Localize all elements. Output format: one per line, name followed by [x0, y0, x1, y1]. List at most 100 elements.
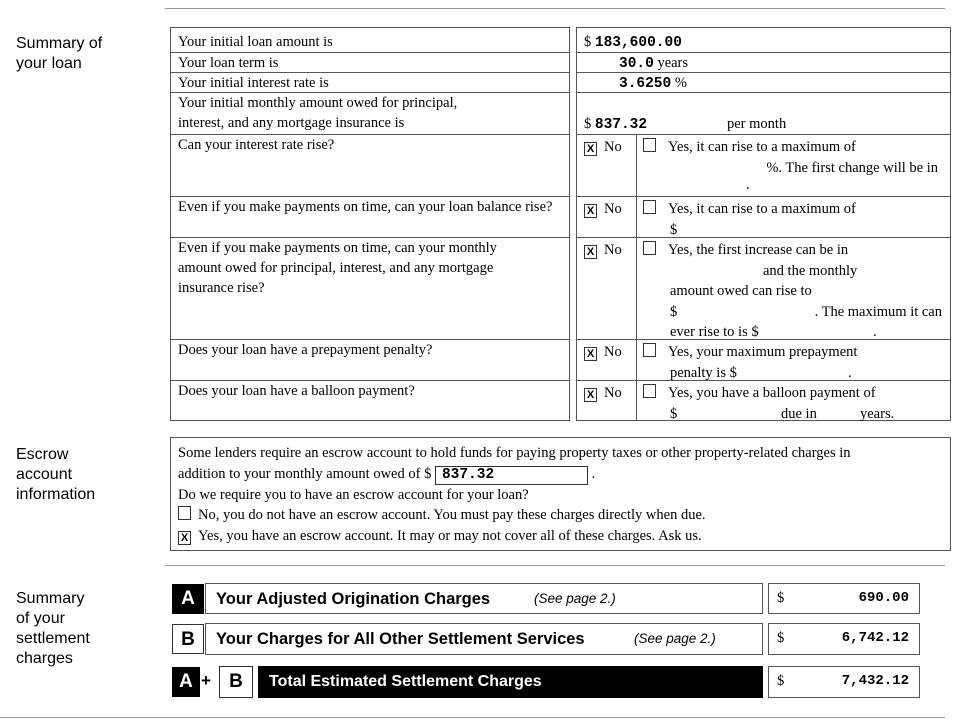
escrow-amount-line: addition to your monthly amount owed of …	[178, 464, 943, 485]
section-label-escrow: Escrow account information	[16, 446, 96, 503]
section-label-loan: Summary of your loan	[16, 35, 103, 72]
yes-text: penalty is $	[670, 364, 737, 381]
rate-value: 3.6250 %	[577, 73, 950, 93]
currency: $	[777, 590, 785, 606]
amount-value: 7,432.12	[841, 673, 909, 689]
yes-checkbox[interactable]	[643, 241, 656, 255]
yes-text: Yes, it can rise to a maximum of	[668, 201, 856, 217]
yes-text: Yes, the first increase can be in	[668, 242, 849, 258]
option-text: Yes, you have an escrow account. It may …	[198, 527, 702, 544]
no-checkbox[interactable]: X	[584, 347, 597, 361]
no-label: No	[604, 242, 622, 258]
answer-prepayment: X No Yes, your maximum prepayment penalty …	[577, 340, 950, 381]
currency: $	[777, 673, 785, 689]
yes-checkbox[interactable]	[643, 384, 656, 398]
section-label-settlement: Summary of your settlement charges	[16, 590, 90, 667]
divider	[165, 565, 945, 566]
row-loan-amount: Your initial loan amount is	[171, 32, 569, 53]
total-estimated-settlement-charges: Total Estimated Settlement Charges	[258, 666, 763, 698]
letter-b-badge: B	[172, 624, 204, 654]
yes-text: years.	[860, 405, 895, 422]
no-checkbox[interactable]: X	[584, 142, 597, 156]
escrow-question: Do we require you to have an escrow acco…	[178, 486, 529, 503]
row-rate: Your initial interest rate is	[171, 73, 569, 93]
currency: $	[584, 116, 592, 132]
currency: $	[584, 34, 592, 50]
no-label: No	[604, 139, 622, 155]
no-checkbox[interactable]: X	[584, 245, 597, 259]
amount-b: $6,742.12	[768, 623, 920, 655]
yes-text: due in	[781, 405, 817, 422]
escrow-box: Some lenders require an escrow account t…	[170, 437, 951, 551]
option-text: No, you do not have an escrow account. Y…	[198, 507, 706, 523]
yes-text: $	[670, 221, 678, 238]
escrow-no-checkbox[interactable]	[178, 506, 191, 520]
adjusted-origination-charges: Your Adjusted Origination Charges (See pa…	[205, 583, 763, 614]
escrow-text: Some lenders require an escrow account t…	[178, 445, 851, 461]
see-page-note: (See page 2.)	[534, 591, 616, 606]
letter-b-badge: B	[219, 666, 253, 698]
letter-a-badge: A	[172, 584, 204, 614]
amount-a: $690.00	[768, 583, 920, 614]
interest-rate: 3.6250	[619, 76, 672, 92]
top-divider	[165, 8, 945, 9]
currency: $	[777, 630, 785, 646]
see-page-note: (See page 2.)	[634, 631, 716, 646]
yes-text: .	[746, 177, 750, 193]
row-q-balloon: Does your loan have a balloon payment?	[171, 381, 569, 420]
loan-term: 30.0	[619, 56, 654, 72]
monthly-amount: 837.32	[594, 117, 648, 133]
escrow-yes-checkbox[interactable]: X	[178, 530, 191, 545]
yes-text: .	[848, 364, 852, 381]
charge-title: Your Charges for All Other Settlement Se…	[216, 630, 585, 648]
question: Does your loan have a prepayment penalty…	[178, 342, 433, 358]
row-q-rate-rise: Can your interest rate rise?	[171, 135, 569, 197]
yes-text: amount owed can rise to	[670, 283, 812, 299]
yes-checkbox[interactable]	[643, 200, 656, 214]
label: Your initial loan amount is	[178, 34, 333, 50]
unit: years	[657, 55, 689, 71]
row-q-monthly-rise: Even if you make payments on time, can y…	[171, 238, 569, 340]
yes-text: %. The first change will be in	[766, 159, 938, 176]
loan-amount: 183,600.00	[594, 35, 682, 51]
escrow-option-no[interactable]: No, you do not have an escrow account. Y…	[178, 505, 943, 526]
yes-text: Yes, you have a balloon payment of	[668, 385, 876, 401]
letter-a-badge: A	[172, 667, 200, 697]
answer-rate-rise: X No Yes, it can rise to a maximum of %. T…	[577, 135, 950, 197]
loan-summary-values: $ 183,600.00 30.0 years 3.6250 % $ 837.3…	[576, 27, 951, 422]
monthly-value: $ 837.32 per month	[577, 93, 950, 135]
no-checkbox[interactable]: X	[584, 388, 597, 402]
row-monthly: Your initial monthly amount owed for pri…	[171, 93, 569, 135]
loan-amount-value: $ 183,600.00	[577, 32, 950, 53]
label: Your initial interest rate is	[178, 75, 329, 91]
row-q-prepayment: Does your loan have a prepayment penalty…	[171, 340, 569, 381]
amount-value: 6,742.12	[841, 630, 909, 646]
escrow-text: addition to your monthly amount owed of …	[178, 465, 432, 482]
question: Does your loan have a balloon payment?	[178, 383, 415, 399]
answer-balance-rise: X No Yes, it can rise to a maximum of $	[577, 197, 950, 238]
row-loan-term: Your loan term is	[171, 53, 569, 73]
yes-text: Yes, your maximum prepayment	[668, 344, 858, 360]
label: Your loan term is	[178, 55, 279, 71]
row-q-balance-rise: Even if you make payments on time, can y…	[171, 197, 569, 238]
no-checkbox[interactable]: X	[584, 204, 597, 218]
loan-term-value: 30.0 years	[577, 53, 950, 73]
question: Can your interest rate rise?	[178, 137, 335, 153]
escrow-option-yes[interactable]: X Yes, you have an escrow account. It may…	[178, 526, 943, 547]
yes-text: $	[670, 405, 678, 422]
label: Your initial monthly amount owed for pri…	[178, 95, 458, 111]
yes-checkbox[interactable]	[643, 343, 656, 357]
label: interest, and any mortgage insurance is	[178, 115, 405, 131]
yes-text: $	[670, 303, 678, 320]
yes-text: . The maximum it can	[814, 303, 942, 320]
answer-monthly-rise: X No Yes, the first increase can be in and…	[577, 238, 950, 340]
plus-sign: +	[201, 671, 211, 690]
escrow-text: .	[591, 465, 596, 482]
question: Even if you make payments on time, can y…	[178, 199, 553, 215]
escrow-monthly-amount: 837.32	[434, 465, 588, 485]
yes-text: Yes, it can rise to a maximum of	[668, 139, 856, 155]
amount-value: 690.00	[858, 590, 909, 606]
yes-checkbox[interactable]	[643, 138, 656, 152]
other-settlement-charges: Your Charges for All Other Settlement Se…	[205, 623, 763, 655]
charge-title: Your Adjusted Origination Charges	[216, 590, 491, 608]
